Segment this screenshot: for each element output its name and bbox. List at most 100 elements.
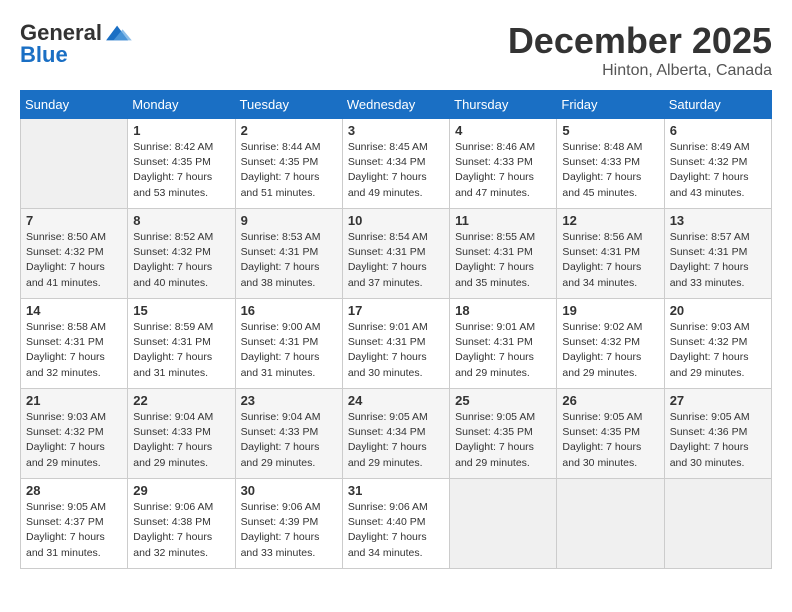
day-info: Sunrise: 9:06 AMSunset: 4:39 PMDaylight:…: [241, 500, 337, 561]
day-info: Sunrise: 8:56 AMSunset: 4:31 PMDaylight:…: [562, 230, 658, 291]
month-title: December 2025: [508, 20, 772, 62]
calendar-cell: 10 Sunrise: 8:54 AMSunset: 4:31 PMDayligh…: [342, 209, 449, 299]
day-info: Sunrise: 8:49 AMSunset: 4:32 PMDaylight:…: [670, 140, 766, 201]
calendar-cell: 5Sunrise: 8:48 AMSunset: 4:33 PMDaylight…: [557, 119, 664, 209]
calendar-cell: 1 Sunrise: 8:42 AMSunset: 4:35 PMDaylight…: [128, 119, 235, 209]
day-number: 2: [241, 123, 337, 138]
calendar-weekday-header: Tuesday: [235, 91, 342, 119]
day-number: 30: [241, 483, 337, 498]
calendar-cell: 3 Sunrise: 8:45 AMSunset: 4:34 PMDaylight…: [342, 119, 449, 209]
day-info: Sunrise: 8:48 AMSunset: 4:33 PMDaylight:…: [562, 140, 658, 201]
day-number: 4: [455, 123, 551, 138]
calendar-cell: 14 Sunrise: 8:58 AMSunset: 4:31 PMDayligh…: [21, 299, 128, 389]
day-info: Sunrise: 8:59 AMSunset: 4:31 PMDaylight:…: [133, 320, 229, 381]
calendar-cell: 12 Sunrise: 8:56 AMSunset: 4:31 PMDayligh…: [557, 209, 664, 299]
calendar-cell: 30 Sunrise: 9:06 AMSunset: 4:39 PMDayligh…: [235, 479, 342, 569]
day-number: 9: [241, 213, 337, 228]
calendar-cell: 21Sunrise: 9:03 AMSunset: 4:32 PMDayligh…: [21, 389, 128, 479]
day-info: Sunrise: 8:54 AMSunset: 4:31 PMDaylight:…: [348, 230, 444, 291]
day-number: 11: [455, 213, 551, 228]
calendar-cell: 15 Sunrise: 8:59 AMSunset: 4:31 PMDayligh…: [128, 299, 235, 389]
calendar-weekday-header: Monday: [128, 91, 235, 119]
logo-blue-text: Blue: [20, 42, 68, 67]
day-number: 6: [670, 123, 766, 138]
day-number: 29: [133, 483, 229, 498]
calendar-week-row: 1 Sunrise: 8:42 AMSunset: 4:35 PMDaylight…: [21, 119, 772, 209]
calendar-table: SundayMondayTuesdayWednesdayThursdayFrid…: [20, 90, 772, 569]
calendar-weekday-header: Saturday: [664, 91, 771, 119]
day-number: 15: [133, 303, 229, 318]
day-info: Sunrise: 9:05 AMSunset: 4:37 PMDaylight:…: [26, 500, 122, 561]
calendar-cell: 22 Sunrise: 9:04 AMSunset: 4:33 PMDayligh…: [128, 389, 235, 479]
day-number: 17: [348, 303, 444, 318]
day-info: Sunrise: 8:42 AMSunset: 4:35 PMDaylight:…: [133, 140, 229, 201]
calendar-header-row: SundayMondayTuesdayWednesdayThursdayFrid…: [21, 91, 772, 119]
calendar-week-row: 7 Sunrise: 8:50 AMSunset: 4:32 PMDaylight…: [21, 209, 772, 299]
day-info: Sunrise: 9:06 AMSunset: 4:38 PMDaylight:…: [133, 500, 229, 561]
calendar-week-row: 28 Sunrise: 9:05 AMSunset: 4:37 PMDayligh…: [21, 479, 772, 569]
calendar-cell: 7 Sunrise: 8:50 AMSunset: 4:32 PMDaylight…: [21, 209, 128, 299]
day-number: 13: [670, 213, 766, 228]
calendar-cell: 6 Sunrise: 8:49 AMSunset: 4:32 PMDaylight…: [664, 119, 771, 209]
calendar-weekday-header: Friday: [557, 91, 664, 119]
calendar-weekday-header: Wednesday: [342, 91, 449, 119]
day-number: 12: [562, 213, 658, 228]
calendar-week-row: 21Sunrise: 9:03 AMSunset: 4:32 PMDayligh…: [21, 389, 772, 479]
calendar-cell: [450, 479, 557, 569]
day-info: Sunrise: 9:05 AMSunset: 4:35 PMDaylight:…: [562, 410, 658, 471]
day-info: Sunrise: 9:03 AMSunset: 4:32 PMDaylight:…: [670, 320, 766, 381]
calendar-cell: 28 Sunrise: 9:05 AMSunset: 4:37 PMDayligh…: [21, 479, 128, 569]
calendar-cell: [557, 479, 664, 569]
title-block: December 2025 Hinton, Alberta, Canada: [508, 20, 772, 80]
day-number: 1: [133, 123, 229, 138]
day-number: 7: [26, 213, 122, 228]
calendar-cell: 19Sunrise: 9:02 AMSunset: 4:32 PMDayligh…: [557, 299, 664, 389]
calendar-weekday-header: Sunday: [21, 91, 128, 119]
calendar-cell: 8 Sunrise: 8:52 AMSunset: 4:32 PMDaylight…: [128, 209, 235, 299]
calendar-cell: 18Sunrise: 9:01 AMSunset: 4:31 PMDayligh…: [450, 299, 557, 389]
day-info: Sunrise: 9:04 AMSunset: 4:33 PMDaylight:…: [133, 410, 229, 471]
logo: General Blue: [20, 20, 132, 68]
location: Hinton, Alberta, Canada: [508, 62, 772, 80]
calendar-cell: 9 Sunrise: 8:53 AMSunset: 4:31 PMDaylight…: [235, 209, 342, 299]
calendar-cell: 20 Sunrise: 9:03 AMSunset: 4:32 PMDayligh…: [664, 299, 771, 389]
calendar-cell: 27Sunrise: 9:05 AMSunset: 4:36 PMDayligh…: [664, 389, 771, 479]
calendar-cell: [21, 119, 128, 209]
day-info: Sunrise: 9:01 AMSunset: 4:31 PMDaylight:…: [455, 320, 551, 381]
day-info: Sunrise: 9:05 AMSunset: 4:35 PMDaylight:…: [455, 410, 551, 471]
day-info: Sunrise: 9:04 AMSunset: 4:33 PMDaylight:…: [241, 410, 337, 471]
calendar-cell: 4Sunrise: 8:46 AMSunset: 4:33 PMDaylight…: [450, 119, 557, 209]
day-info: Sunrise: 8:45 AMSunset: 4:34 PMDaylight:…: [348, 140, 444, 201]
day-info: Sunrise: 8:44 AMSunset: 4:35 PMDaylight:…: [241, 140, 337, 201]
day-info: Sunrise: 8:53 AMSunset: 4:31 PMDaylight:…: [241, 230, 337, 291]
calendar-cell: 2 Sunrise: 8:44 AMSunset: 4:35 PMDaylight…: [235, 119, 342, 209]
page-header: General Blue December 2025 Hinton, Alber…: [20, 20, 772, 80]
day-number: 27: [670, 393, 766, 408]
day-info: Sunrise: 9:03 AMSunset: 4:32 PMDaylight:…: [26, 410, 122, 471]
calendar-cell: 26Sunrise: 9:05 AMSunset: 4:35 PMDayligh…: [557, 389, 664, 479]
day-number: 28: [26, 483, 122, 498]
day-info: Sunrise: 8:52 AMSunset: 4:32 PMDaylight:…: [133, 230, 229, 291]
day-number: 24: [348, 393, 444, 408]
calendar-cell: 16Sunrise: 9:00 AMSunset: 4:31 PMDayligh…: [235, 299, 342, 389]
calendar-cell: [664, 479, 771, 569]
calendar-body: 1 Sunrise: 8:42 AMSunset: 4:35 PMDaylight…: [21, 119, 772, 569]
calendar-cell: 13 Sunrise: 8:57 AMSunset: 4:31 PMDayligh…: [664, 209, 771, 299]
calendar-cell: 24 Sunrise: 9:05 AMSunset: 4:34 PMDayligh…: [342, 389, 449, 479]
calendar-cell: 25 Sunrise: 9:05 AMSunset: 4:35 PMDayligh…: [450, 389, 557, 479]
day-number: 22: [133, 393, 229, 408]
day-number: 20: [670, 303, 766, 318]
calendar-cell: 11Sunrise: 8:55 AMSunset: 4:31 PMDayligh…: [450, 209, 557, 299]
day-number: 8: [133, 213, 229, 228]
day-info: Sunrise: 9:06 AMSunset: 4:40 PMDaylight:…: [348, 500, 444, 561]
day-number: 3: [348, 123, 444, 138]
day-number: 25: [455, 393, 551, 408]
day-info: Sunrise: 8:57 AMSunset: 4:31 PMDaylight:…: [670, 230, 766, 291]
day-info: Sunrise: 8:50 AMSunset: 4:32 PMDaylight:…: [26, 230, 122, 291]
calendar-cell: 29 Sunrise: 9:06 AMSunset: 4:38 PMDayligh…: [128, 479, 235, 569]
day-info: Sunrise: 8:58 AMSunset: 4:31 PMDaylight:…: [26, 320, 122, 381]
day-info: Sunrise: 9:05 AMSunset: 4:34 PMDaylight:…: [348, 410, 444, 471]
day-number: 10: [348, 213, 444, 228]
logo-icon: [104, 22, 132, 44]
day-number: 14: [26, 303, 122, 318]
